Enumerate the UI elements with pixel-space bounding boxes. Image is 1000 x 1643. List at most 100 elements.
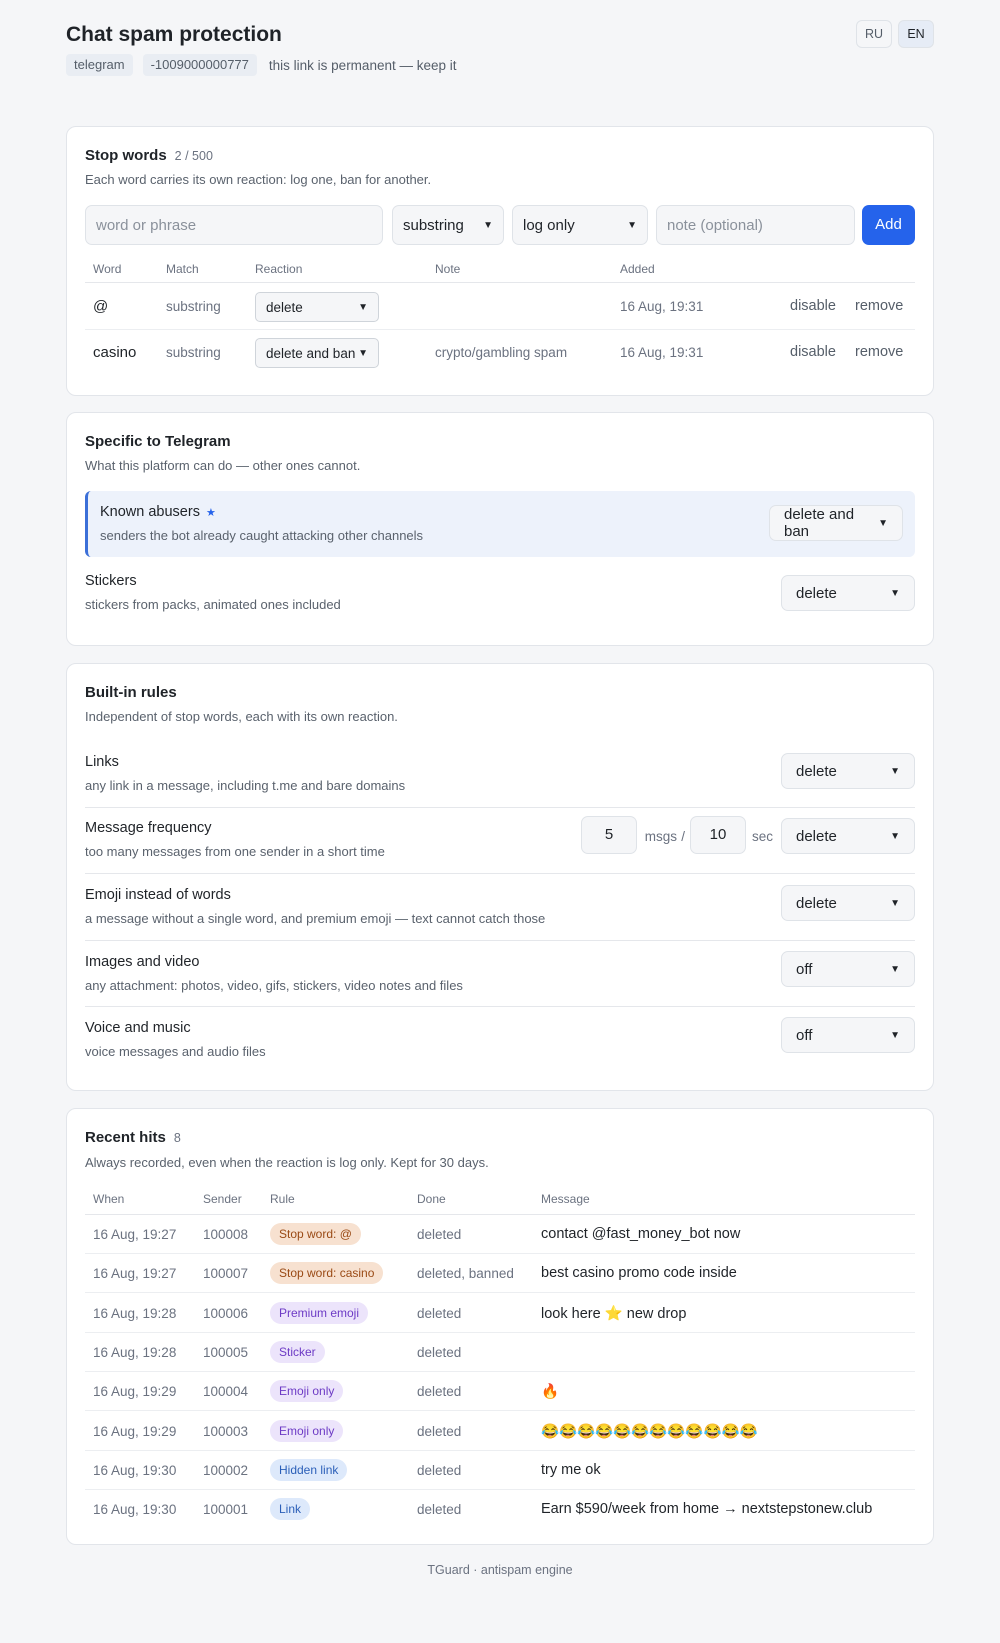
divider — [85, 807, 915, 808]
chat-id-tag: -1009000000777 — [142, 54, 257, 76]
rules-title: Built-in rules — [85, 684, 177, 701]
hits-table-header: When Sender Rule Done Message — [85, 1185, 915, 1215]
chat-tags: telegram -1009000000777 this link is per… — [66, 54, 457, 76]
note-input[interactable] — [656, 205, 855, 245]
row-match: substring — [166, 345, 221, 360]
reaction-value: delete — [796, 762, 837, 780]
divider — [85, 940, 915, 941]
hit-done: deleted — [417, 1227, 462, 1242]
match-select[interactable]: substring ▼ — [392, 205, 504, 245]
hit-sender: 100002 — [203, 1462, 249, 1478]
language-switch: RU EN — [856, 20, 934, 48]
hit-when: 16 Aug, 19:28 — [93, 1344, 177, 1360]
row-note: crypto/gambling spam — [435, 345, 568, 360]
match-select-value: substring — [403, 216, 464, 234]
page-header: Chat spam protection telegram -100900000… — [66, 18, 934, 78]
row-reaction-select[interactable]: delete ▼ — [255, 292, 379, 322]
rule-badge: Stop word: casino — [270, 1262, 384, 1285]
stickers-title: Stickers — [85, 573, 137, 589]
rule-desc: too many messages from one sender in a s… — [85, 844, 385, 859]
hit-when: 16 Aug, 19:29 — [93, 1423, 177, 1439]
row-added: 16 Aug, 19:31 — [620, 345, 704, 360]
row-added: 16 Aug, 19:31 — [620, 299, 704, 314]
footer: TGuard · antispam engine — [427, 1563, 573, 1577]
col-reaction: Reaction — [255, 262, 303, 276]
rule-reaction-select[interactable]: off ▼ — [781, 1017, 915, 1053]
table-row: 16 Aug, 19:28 100006 Premium emoji deleted l… — [85, 1294, 915, 1333]
rule-badge: Link — [270, 1498, 311, 1521]
rule-badge: Sticker — [270, 1340, 325, 1363]
page-title: Chat spam protection — [66, 23, 282, 46]
hit-sender: 100003 — [203, 1423, 249, 1439]
chevron-down-icon: ▼ — [878, 517, 888, 529]
rule-reaction-select[interactable]: off ▼ — [781, 951, 915, 987]
hit-when: 16 Aug, 19:30 — [93, 1462, 177, 1478]
disable-link[interactable]: disable — [790, 298, 836, 314]
chevron-down-icon: ▼ — [890, 963, 900, 975]
hit-done: deleted — [417, 1462, 462, 1478]
disable-link[interactable]: disable — [790, 344, 836, 360]
known-abusers-reaction-select[interactable]: delete and ban ▼ — [769, 505, 903, 541]
reaction-select[interactable]: log only ▼ — [512, 205, 648, 245]
chevron-down-icon: ▼ — [890, 1029, 900, 1041]
row-match: substring — [166, 299, 221, 314]
secs-unit: sec — [751, 829, 773, 844]
hit-sender: 100005 — [203, 1344, 249, 1360]
table-row: 16 Aug, 19:29 100004 Emoji only deleted 🔥 — [85, 1372, 915, 1412]
lang-ru-button[interactable]: RU — [856, 20, 892, 48]
lang-en-button[interactable]: EN — [898, 20, 934, 48]
hits-title: Recent hits 8 — [85, 1129, 181, 1146]
rule-reaction-select[interactable]: delete ▼ — [781, 885, 915, 921]
table-row: 16 Aug, 19:30 100002 Hidden link deleted try… — [85, 1451, 915, 1490]
hit-when: 16 Aug, 19:27 — [93, 1227, 177, 1242]
reaction-value: delete — [796, 827, 837, 845]
setting-stickers: Stickers stickers from packs, animated o… — [85, 573, 915, 623]
hit-done: deleted, banned — [417, 1266, 514, 1282]
msgs-unit: msgs — [644, 829, 677, 844]
col-rule: Rule — [270, 1192, 295, 1206]
stop-words-table-header: Word Match Reaction Note Added — [85, 255, 915, 283]
col-message: Message — [541, 1192, 590, 1206]
col-match: Match — [166, 262, 199, 276]
rule-title: Voice and music — [85, 1020, 191, 1036]
rule-title: Emoji instead of words — [85, 887, 231, 903]
rules-subtitle: Independent of stop words, each with its… — [85, 709, 398, 724]
secs-count-input[interactable]: 10 — [690, 816, 746, 854]
hit-sender: 100007 — [203, 1266, 249, 1282]
rule-title: Images and video — [85, 954, 200, 970]
rule-reaction-select[interactable]: delete ▼ — [781, 818, 915, 854]
platform-tag: telegram — [66, 54, 133, 76]
stop-words-count: 2 / 500 — [174, 149, 213, 163]
col-when: When — [93, 1192, 125, 1206]
table-row: 16 Aug, 19:27 100007 Stop word: casino dele… — [85, 1254, 915, 1294]
table-row: casino substring delete and ban ▼ crypto/… — [85, 330, 915, 376]
reaction-value: off — [796, 960, 813, 978]
chevron-down-icon: ▼ — [483, 219, 493, 231]
table-row: 16 Aug, 19:30 100001 Link deleted Earn $590/… — [85, 1490, 915, 1529]
hit-sender: 100004 — [203, 1384, 249, 1400]
stickers-desc: stickers from packs, animated ones inclu… — [85, 597, 341, 612]
add-button[interactable]: Add — [862, 205, 915, 245]
rule-badge: Stop word: @ — [270, 1223, 361, 1245]
rule-reaction-select[interactable]: delete ▼ — [781, 753, 915, 789]
known-abusers-title: Known abusers ★ — [100, 504, 216, 520]
reaction-value: off — [796, 1026, 813, 1044]
rule-badge: Emoji only — [270, 1380, 344, 1403]
rule-desc: any link in a message, including t.me an… — [85, 778, 406, 793]
row-reaction-select[interactable]: delete and ban ▼ — [255, 338, 379, 368]
divider — [85, 1006, 915, 1007]
stickers-reaction-select[interactable]: delete ▼ — [781, 575, 915, 611]
rule-badge: Emoji only — [270, 1419, 344, 1442]
col-word: Word — [93, 262, 122, 276]
msgs-count-input[interactable]: 5 — [581, 816, 637, 854]
col-added: Added — [620, 262, 655, 276]
star-icon: ★ — [205, 507, 216, 519]
hit-sender: 100001 — [203, 1502, 249, 1518]
rule-title: Message frequency — [85, 820, 212, 836]
remove-link[interactable]: remove — [855, 344, 903, 360]
telegram-title: Specific to Telegram — [85, 433, 231, 450]
hits-count: 8 — [173, 1131, 181, 1145]
reaction-value: delete and ban — [784, 506, 855, 540]
word-input[interactable] — [85, 205, 383, 245]
remove-link[interactable]: remove — [855, 298, 903, 314]
